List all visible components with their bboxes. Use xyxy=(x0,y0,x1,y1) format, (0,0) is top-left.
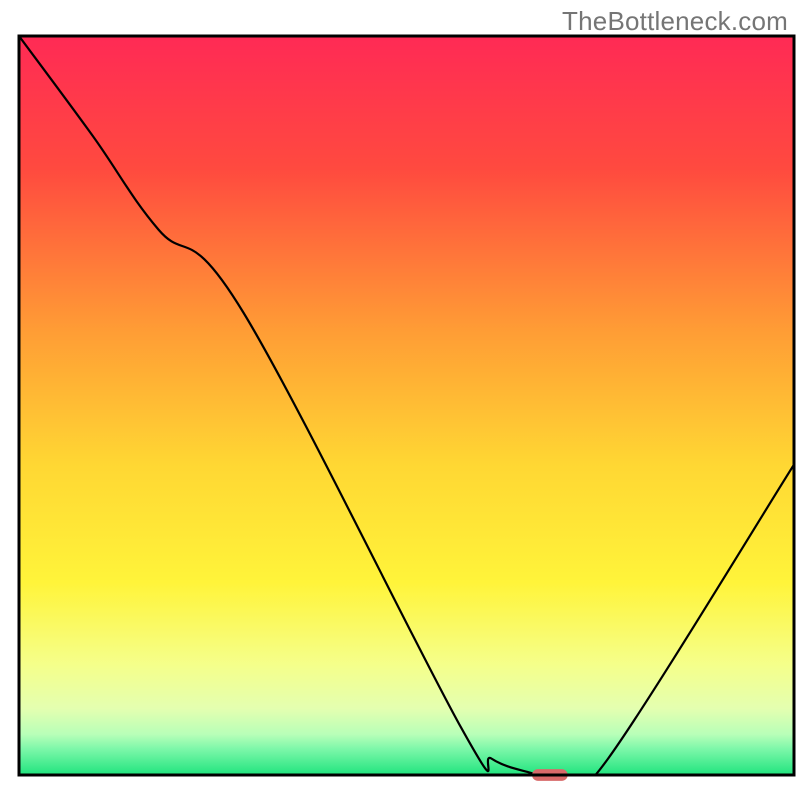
watermark-text: TheBottleneck.com xyxy=(562,6,788,37)
plot-area xyxy=(19,36,794,788)
gradient-background xyxy=(19,36,794,775)
bottleneck-chart xyxy=(0,0,800,800)
